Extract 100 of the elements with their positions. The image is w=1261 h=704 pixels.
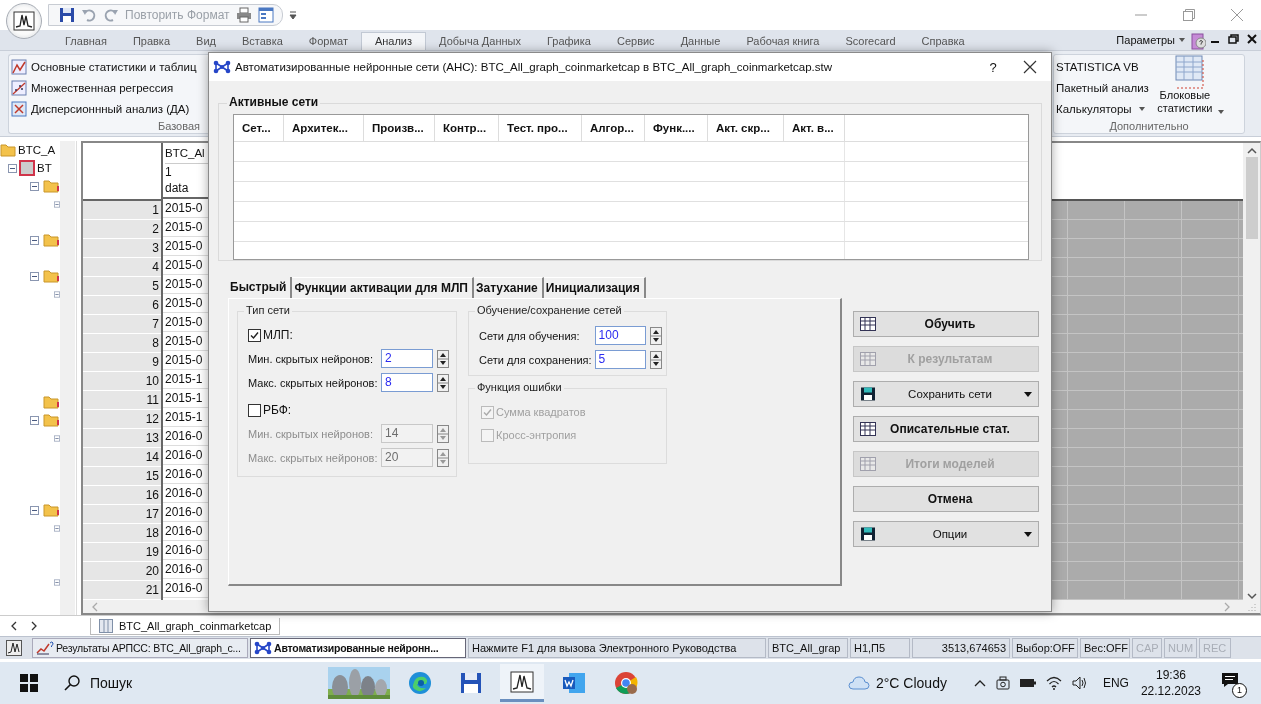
number-field: 14 bbox=[381, 424, 433, 443]
checkbox-label[interactable]: РБФ: bbox=[263, 403, 292, 417]
column-header[interactable]: Тест. про... bbox=[499, 115, 582, 141]
ribbon-tab[interactable]: Формат bbox=[295, 33, 361, 50]
column-subtitle: data bbox=[165, 180, 190, 196]
clock-time[interactable]: 19:36 bbox=[1155, 667, 1186, 683]
row-header[interactable]: 19 bbox=[83, 543, 161, 562]
checkbox-label[interactable]: МЛП: bbox=[263, 328, 293, 342]
number-field[interactable]: 5 bbox=[594, 350, 646, 369]
ribbon-tab[interactable]: Вид bbox=[183, 33, 229, 50]
ribbon-tab[interactable]: Рабочая книга bbox=[733, 33, 833, 50]
ribbon-command[interactable]: Калькуляторы bbox=[1056, 102, 1132, 115]
column-header[interactable]: Акт. скр... bbox=[708, 115, 784, 141]
ribbon-tab[interactable]: Сервис bbox=[603, 33, 668, 50]
ribbon-command[interactable]: Пакетный анализ bbox=[1056, 81, 1149, 94]
column-header[interactable]: Архитек... bbox=[284, 115, 364, 141]
status-field: H1,П5 bbox=[850, 638, 910, 658]
help-button[interactable]: ? bbox=[971, 59, 1015, 75]
weather-widget[interactable]: 2°C Cloudy bbox=[847, 675, 947, 691]
field-label: Сети для обучения: bbox=[479, 329, 581, 342]
group-caption: Дополнительно bbox=[1108, 120, 1190, 133]
dialog-button: К результатам bbox=[853, 346, 1039, 372]
column-header[interactable]: Сет... bbox=[234, 115, 284, 141]
column-header[interactable]: Алгор... bbox=[582, 115, 645, 141]
row-header[interactable]: 12 bbox=[83, 410, 161, 429]
group-caption: Базовая bbox=[156, 120, 201, 133]
dialog-button[interactable]: Опции bbox=[853, 521, 1039, 547]
tab[interactable]: Инициализация bbox=[543, 277, 646, 298]
search-field[interactable]: Пошук bbox=[64, 675, 264, 691]
tab[interactable]: Затухание bbox=[473, 277, 544, 298]
dialog-title: Автоматизированные нейронные сети (АНС): BTC_All_graph_coinmarketcap в BTC_All_graph_coinmarketcap.stw bbox=[235, 61, 832, 73]
dialog-button[interactable]: Сохранить сети bbox=[853, 381, 1039, 407]
ribbon-command[interactable]: Дисперсионнный анализ (ДА) bbox=[31, 102, 190, 115]
field-label: Макс. скрытых нейронов: bbox=[248, 451, 379, 464]
ribbon-tab[interactable]: Справка bbox=[908, 33, 978, 50]
block-statistics-button[interactable]: Блоковые статистики bbox=[1154, 89, 1215, 115]
task-button[interactable]: Результаты АРПСС: BTC_All_graph_c... bbox=[32, 638, 248, 658]
row-header[interactable]: 20 bbox=[83, 562, 161, 581]
row-header[interactable]: 1 bbox=[83, 201, 161, 220]
language-indicator[interactable]: ENG bbox=[1102, 676, 1129, 690]
field-label: Мин. скрытых нейронов: bbox=[248, 427, 374, 440]
parameters-menu[interactable]: Параметры bbox=[1116, 34, 1175, 50]
status-field: Вес:OFF bbox=[1080, 638, 1130, 658]
dialog-button: Итоги моделей bbox=[853, 451, 1039, 477]
number-field: 20 bbox=[381, 448, 433, 467]
number-field[interactable]: 8 bbox=[381, 373, 433, 392]
task-button[interactable]: Автоматизированные нейронн... bbox=[250, 638, 466, 658]
group-title: Обучение/сохранение сетей bbox=[475, 304, 624, 316]
ribbon-command[interactable]: Множественная регрессия bbox=[31, 81, 174, 94]
clock-date[interactable]: 22.12.2023 bbox=[1140, 683, 1201, 699]
notification-count-badge: 1 bbox=[1232, 683, 1247, 698]
checkbox-label: Сумма квадратов bbox=[496, 406, 586, 418]
row-header[interactable]: 14 bbox=[83, 448, 161, 467]
ribbon-tab[interactable]: Графика bbox=[534, 33, 604, 50]
row-header[interactable]: 16 bbox=[83, 486, 161, 505]
tree-item[interactable]: BT bbox=[37, 162, 52, 174]
sheet-tab[interactable]: BTC_All_graph_coinmarketcap bbox=[90, 617, 281, 635]
row-header[interactable]: 6 bbox=[83, 296, 161, 315]
ribbon-tab[interactable]: Вставка bbox=[228, 33, 296, 50]
row-header[interactable]: 4 bbox=[83, 258, 161, 277]
column-header[interactable]: Произв... bbox=[364, 115, 435, 141]
row-header[interactable]: 9 bbox=[83, 353, 161, 372]
row-header[interactable]: 2 bbox=[83, 220, 161, 239]
row-header[interactable]: 11 bbox=[83, 391, 161, 410]
column-header[interactable]: Акт. в... bbox=[784, 115, 845, 141]
row-header[interactable]: 21 bbox=[83, 581, 161, 600]
column-number: 1 bbox=[165, 164, 173, 180]
ribbon-tab[interactable]: Анализ bbox=[360, 32, 427, 50]
ribbon-command[interactable]: Основные статистики и таблиц bbox=[31, 60, 197, 73]
field-label: Макс. скрытых нейронов: bbox=[248, 376, 379, 389]
ribbon-command[interactable]: STATISTICA VB bbox=[1056, 60, 1139, 73]
field-label: Сети для сохранения: bbox=[479, 353, 593, 366]
row-header[interactable]: 7 bbox=[83, 315, 161, 334]
column-header[interactable]: Функ.... bbox=[645, 115, 708, 141]
tab[interactable]: Функции активации для МЛП bbox=[292, 277, 474, 298]
ribbon-tab[interactable]: Добыча Данных bbox=[426, 33, 534, 50]
row-header[interactable]: 10 bbox=[83, 372, 161, 391]
group-title: Функция ошибки bbox=[475, 381, 564, 393]
group-title: Активные сети bbox=[227, 95, 321, 109]
ribbon-tab[interactable]: Правка bbox=[119, 33, 184, 50]
tree-item[interactable]: BTC_A bbox=[18, 144, 56, 156]
row-header[interactable]: 18 bbox=[83, 524, 161, 543]
dialog-button[interactable]: Отмена bbox=[853, 486, 1039, 512]
ribbon-tab[interactable]: Главная bbox=[52, 33, 120, 50]
number-field[interactable]: 100 bbox=[594, 326, 646, 345]
sheet-tab-label: BTC_All_graph_coinmarketcap bbox=[119, 619, 272, 632]
row-header[interactable]: 17 bbox=[83, 505, 161, 524]
column-header[interactable]: Контр... bbox=[435, 115, 499, 141]
group-title: Тип сети bbox=[244, 304, 292, 316]
tab[interactable]: Быстрый bbox=[228, 277, 293, 298]
row-header[interactable]: 13 bbox=[83, 429, 161, 448]
dialog-button[interactable]: Описательные стат. bbox=[853, 416, 1039, 442]
row-header[interactable]: 3 bbox=[83, 239, 161, 258]
row-header[interactable]: 15 bbox=[83, 467, 161, 486]
row-header[interactable]: 8 bbox=[83, 334, 161, 353]
row-header[interactable]: 5 bbox=[83, 277, 161, 296]
dialog-button[interactable]: Обучить bbox=[853, 311, 1039, 337]
ribbon-tab[interactable]: Scorecard bbox=[832, 33, 909, 50]
ribbon-tab[interactable]: Данные bbox=[667, 33, 734, 50]
number-field[interactable]: 2 bbox=[381, 349, 433, 368]
